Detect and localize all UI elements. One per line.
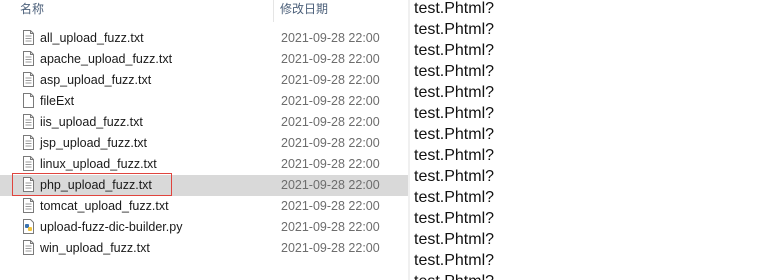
text-file-icon bbox=[23, 198, 34, 213]
file-name: tomcat_upload_fuzz.txt bbox=[40, 199, 169, 213]
content-line: test.Phtml? bbox=[414, 271, 494, 280]
file-name: upload-fuzz-dic-builder.py bbox=[40, 220, 183, 234]
file-modified-date: 2021-09-28 22:00 bbox=[281, 220, 380, 234]
content-line: test.Phtml? bbox=[414, 210, 495, 227]
file-name: all_upload_fuzz.txt bbox=[40, 31, 144, 45]
text-file-icon bbox=[23, 114, 34, 129]
file-row[interactable]: linux_upload_fuzz.txt 2021-09-28 22:00 bbox=[0, 154, 410, 175]
file-modified-date: 2021-09-28 22:00 bbox=[281, 52, 380, 66]
content-line: test.Phtml? bbox=[414, 189, 495, 206]
file-row[interactable]: iis_upload_fuzz.txt 2021-09-28 22:00 bbox=[0, 112, 410, 133]
file-modified-date: 2021-09-28 22:00 bbox=[281, 241, 380, 255]
file-row[interactable]: all_upload_fuzz.txt 2021-09-28 22:00 bbox=[0, 28, 410, 49]
text-file-icon bbox=[23, 156, 34, 171]
file-modified-date: 2021-09-28 22:00 bbox=[281, 178, 380, 192]
file-modified-date: 2021-09-28 22:00 bbox=[281, 73, 380, 87]
content-line: test.Phtml? bbox=[414, 63, 495, 80]
file-name: asp_upload_fuzz.txt bbox=[40, 73, 152, 87]
column-separator[interactable] bbox=[273, 0, 274, 22]
file-name: php_upload_fuzz.txt bbox=[40, 178, 152, 192]
content-line: test.Phtml? bbox=[414, 105, 495, 122]
file-modified-date: 2021-09-28 22:00 bbox=[281, 115, 380, 129]
file-name: jsp_upload_fuzz.txt bbox=[40, 136, 148, 150]
file-modified-date: 2021-09-28 22:00 bbox=[281, 31, 380, 45]
file-modified-date: 2021-09-28 22:00 bbox=[281, 157, 380, 171]
content-line: test.Phtml? bbox=[414, 0, 495, 17]
content-line: test.Phtml? bbox=[414, 126, 495, 143]
content-line: test.Phtml? bbox=[414, 84, 495, 101]
text-file-icon bbox=[23, 72, 34, 87]
file-modified-date: 2021-09-28 22:00 bbox=[281, 136, 380, 150]
text-file-icon bbox=[23, 177, 34, 192]
column-header-modified[interactable]: 修改日期 bbox=[280, 0, 328, 22]
file-explorer: 名称 修改日期 all_upload_fuzz.txt 2021-09-28 22… bbox=[0, 0, 410, 280]
content-line: test.Phtml? bbox=[414, 252, 495, 269]
file-name: apache_upload_fuzz.txt bbox=[40, 52, 173, 66]
content-line: test.Phtml? bbox=[414, 231, 495, 248]
text-file-icon bbox=[23, 51, 34, 66]
file-row[interactable]: fileExt 2021-09-28 22:00 bbox=[0, 91, 410, 112]
file-name: linux_upload_fuzz.txt bbox=[40, 157, 157, 171]
file-name: win_upload_fuzz.txt bbox=[40, 241, 150, 255]
file-row[interactable]: upload-fuzz-dic-builder.py 2021-09-28 22:… bbox=[0, 217, 410, 238]
file-name: iis_upload_fuzz.txt bbox=[40, 115, 143, 129]
file-row[interactable]: win_upload_fuzz.txt 2021-09-28 22:00 bbox=[0, 238, 410, 259]
file-content-pane: test.Phtml? test.Phtml? test.Phtml? test.Ph… bbox=[410, 0, 767, 280]
file-row[interactable]: tomcat_upload_fuzz.txt 2021-09-28 22:00 bbox=[0, 196, 410, 217]
python-file-icon bbox=[23, 219, 34, 234]
content-line: test.Phtml? bbox=[414, 168, 495, 185]
text-file-icon bbox=[23, 240, 34, 255]
column-header: 名称 修改日期 bbox=[0, 0, 410, 22]
file-row[interactable]: apache_upload_fuzz.txt 2021-09-28 22:00 bbox=[0, 49, 410, 70]
blank-file-icon bbox=[23, 93, 34, 108]
file-name: fileExt bbox=[40, 94, 75, 108]
file-modified-date: 2021-09-28 22:00 bbox=[281, 199, 380, 213]
file-row[interactable]: jsp_upload_fuzz.txt 2021-09-28 22:00 bbox=[0, 133, 410, 154]
file-row[interactable]: php_upload_fuzz.txt 2021-09-28 22:00 bbox=[0, 173, 410, 196]
text-file-icon bbox=[23, 30, 34, 45]
content-line: test.Phtml? bbox=[414, 42, 495, 59]
content-line: test.Phtml? bbox=[414, 21, 495, 38]
file-row[interactable]: asp_upload_fuzz.txt 2021-09-28 22:00 bbox=[0, 70, 410, 91]
column-header-name[interactable]: 名称 bbox=[20, 0, 44, 22]
text-file-icon bbox=[23, 135, 34, 150]
content-line: test.Phtml? bbox=[414, 147, 495, 164]
file-modified-date: 2021-09-28 22:00 bbox=[281, 94, 380, 108]
